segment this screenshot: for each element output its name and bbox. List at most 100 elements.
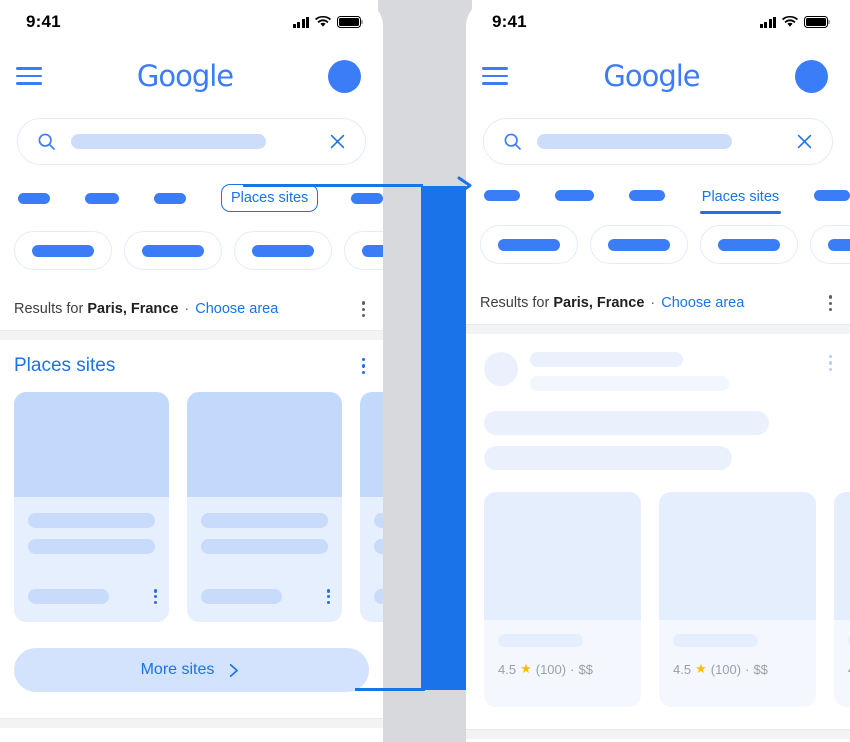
tab-row-left: Places sites bbox=[0, 184, 383, 213]
filter-chip[interactable] bbox=[810, 225, 850, 265]
tab-places-sites[interactable]: Places sites bbox=[220, 184, 319, 213]
skeleton-bar bbox=[484, 411, 769, 436]
place-card[interactable]: 4.5 ★ (100) · $$ bbox=[834, 492, 850, 708]
close-x-icon[interactable] bbox=[795, 132, 814, 151]
google-logo-text: Google bbox=[603, 58, 700, 93]
search-input[interactable] bbox=[71, 134, 266, 149]
card-image-placeholder bbox=[14, 392, 169, 498]
search-icon bbox=[38, 133, 55, 150]
place-card[interactable]: 4.5 ★ (100) · $$ bbox=[659, 492, 816, 708]
filter-chip[interactable] bbox=[700, 225, 798, 265]
card-footer bbox=[28, 589, 157, 605]
tab-placeholder[interactable] bbox=[484, 189, 520, 201]
search-input[interactable] bbox=[537, 134, 732, 149]
tab-placeholder[interactable] bbox=[154, 192, 186, 204]
filter-chip[interactable] bbox=[14, 231, 112, 271]
section-title: Places sites bbox=[14, 355, 116, 377]
tab-placeholder[interactable] bbox=[814, 189, 850, 201]
hamburger-menu-icon[interactable] bbox=[482, 67, 508, 85]
tab-placeholder[interactable] bbox=[18, 192, 50, 204]
card-footer bbox=[374, 589, 383, 605]
section-gap bbox=[466, 730, 850, 740]
place-card[interactable]: 4.5 ★ (100) · $$ bbox=[484, 492, 641, 708]
choose-area-link[interactable]: Choose area bbox=[661, 295, 744, 311]
place-card[interactable] bbox=[14, 392, 169, 623]
skeleton-line bbox=[530, 376, 729, 392]
skeleton-text-lines bbox=[530, 352, 829, 392]
cellular-bars-icon bbox=[292, 16, 309, 28]
card-image-placeholder bbox=[834, 492, 850, 621]
search-bar-right[interactable] bbox=[483, 118, 833, 165]
chevron-right-icon bbox=[230, 663, 239, 677]
tab-placeholder[interactable] bbox=[628, 189, 665, 201]
filter-chip[interactable] bbox=[480, 225, 578, 265]
battery-full-icon bbox=[804, 16, 831, 28]
more-vert-icon[interactable] bbox=[326, 589, 330, 604]
filter-chip[interactable] bbox=[590, 225, 688, 265]
phone-right: 9:41 Google Places sites Results for Par… bbox=[466, 0, 850, 742]
status-icons bbox=[292, 16, 364, 28]
google-logo: Google bbox=[603, 58, 700, 93]
chip-row-left bbox=[0, 231, 383, 271]
card-title-placeholder bbox=[201, 513, 328, 529]
card-title-placeholder bbox=[374, 513, 383, 529]
more-vert-icon[interactable] bbox=[828, 295, 832, 311]
tab-row-right: Places sites bbox=[466, 184, 850, 215]
account-avatar[interactable] bbox=[327, 59, 361, 93]
place-card-strip[interactable]: 4.5 ★ (100) · $$ 4.5 ★ (100) · $$ bbox=[466, 492, 850, 708]
hamburger-menu-icon[interactable] bbox=[16, 67, 42, 85]
review-count: (100) bbox=[710, 661, 742, 677]
status-time: 9:41 bbox=[26, 12, 61, 31]
place-card[interactable] bbox=[187, 392, 342, 623]
phone-left: 9:41 Google Places sites Results for Par… bbox=[0, 0, 383, 742]
card-title-placeholder bbox=[673, 634, 758, 648]
skeleton-header bbox=[466, 334, 850, 392]
place-card[interactable] bbox=[360, 392, 383, 623]
search-bar-left[interactable] bbox=[17, 118, 366, 165]
card-rating-meta: 4.5 ★ (100) · $$ bbox=[498, 661, 641, 677]
card-meta-placeholder bbox=[201, 589, 282, 605]
star-icon: ★ bbox=[695, 661, 707, 677]
results-location: Paris, France bbox=[87, 301, 179, 318]
card-subtitle-placeholder bbox=[28, 539, 155, 555]
tab-placeholder[interactable] bbox=[84, 192, 120, 204]
tab-placeholder[interactable] bbox=[351, 192, 383, 204]
close-x-icon[interactable] bbox=[328, 132, 347, 151]
results-separator: · bbox=[184, 301, 190, 318]
place-card-strip[interactable] bbox=[0, 392, 383, 623]
filter-chip[interactable] bbox=[124, 231, 222, 271]
results-row-right: Results for Paris, France · Choose area bbox=[466, 284, 850, 322]
star-icon: ★ bbox=[520, 661, 532, 677]
price-level: $$ bbox=[578, 661, 593, 677]
placeholder-avatar bbox=[484, 352, 518, 387]
account-avatar[interactable] bbox=[794, 59, 828, 93]
filter-chip[interactable] bbox=[344, 231, 383, 271]
card-meta-placeholder bbox=[28, 589, 109, 605]
rating-value: 4.5 bbox=[498, 661, 517, 677]
meta-separator: · bbox=[745, 661, 750, 677]
more-vert-icon[interactable] bbox=[361, 301, 365, 317]
meta-separator: · bbox=[570, 661, 575, 677]
more-vert-icon[interactable] bbox=[361, 358, 365, 375]
wifi-icon bbox=[782, 16, 798, 27]
skeleton-line bbox=[530, 352, 683, 368]
more-vert-icon[interactable] bbox=[828, 352, 832, 371]
choose-area-link[interactable]: Choose area bbox=[195, 301, 278, 317]
status-bar-right: 9:41 bbox=[466, 0, 850, 44]
more-vert-icon[interactable] bbox=[153, 589, 157, 604]
more-sites-button[interactable]: More sites bbox=[14, 648, 369, 693]
card-meta-placeholder bbox=[374, 589, 383, 605]
filter-chip[interactable] bbox=[234, 231, 332, 271]
section-gap bbox=[466, 325, 850, 335]
section-gap bbox=[0, 719, 383, 729]
tab-places-sites[interactable]: Places sites bbox=[699, 184, 782, 215]
search-icon bbox=[504, 133, 521, 150]
battery-full-icon bbox=[337, 16, 364, 28]
app-header-right: Google bbox=[466, 44, 850, 108]
tab-placeholder[interactable] bbox=[554, 189, 594, 201]
status-time: 9:41 bbox=[492, 12, 527, 31]
screenshot-stage: 9:41 Google Places sites Results for Par… bbox=[0, 0, 850, 742]
rating-value: 4.5 bbox=[673, 661, 692, 677]
status-icons bbox=[759, 16, 831, 28]
price-level: $$ bbox=[753, 661, 768, 677]
